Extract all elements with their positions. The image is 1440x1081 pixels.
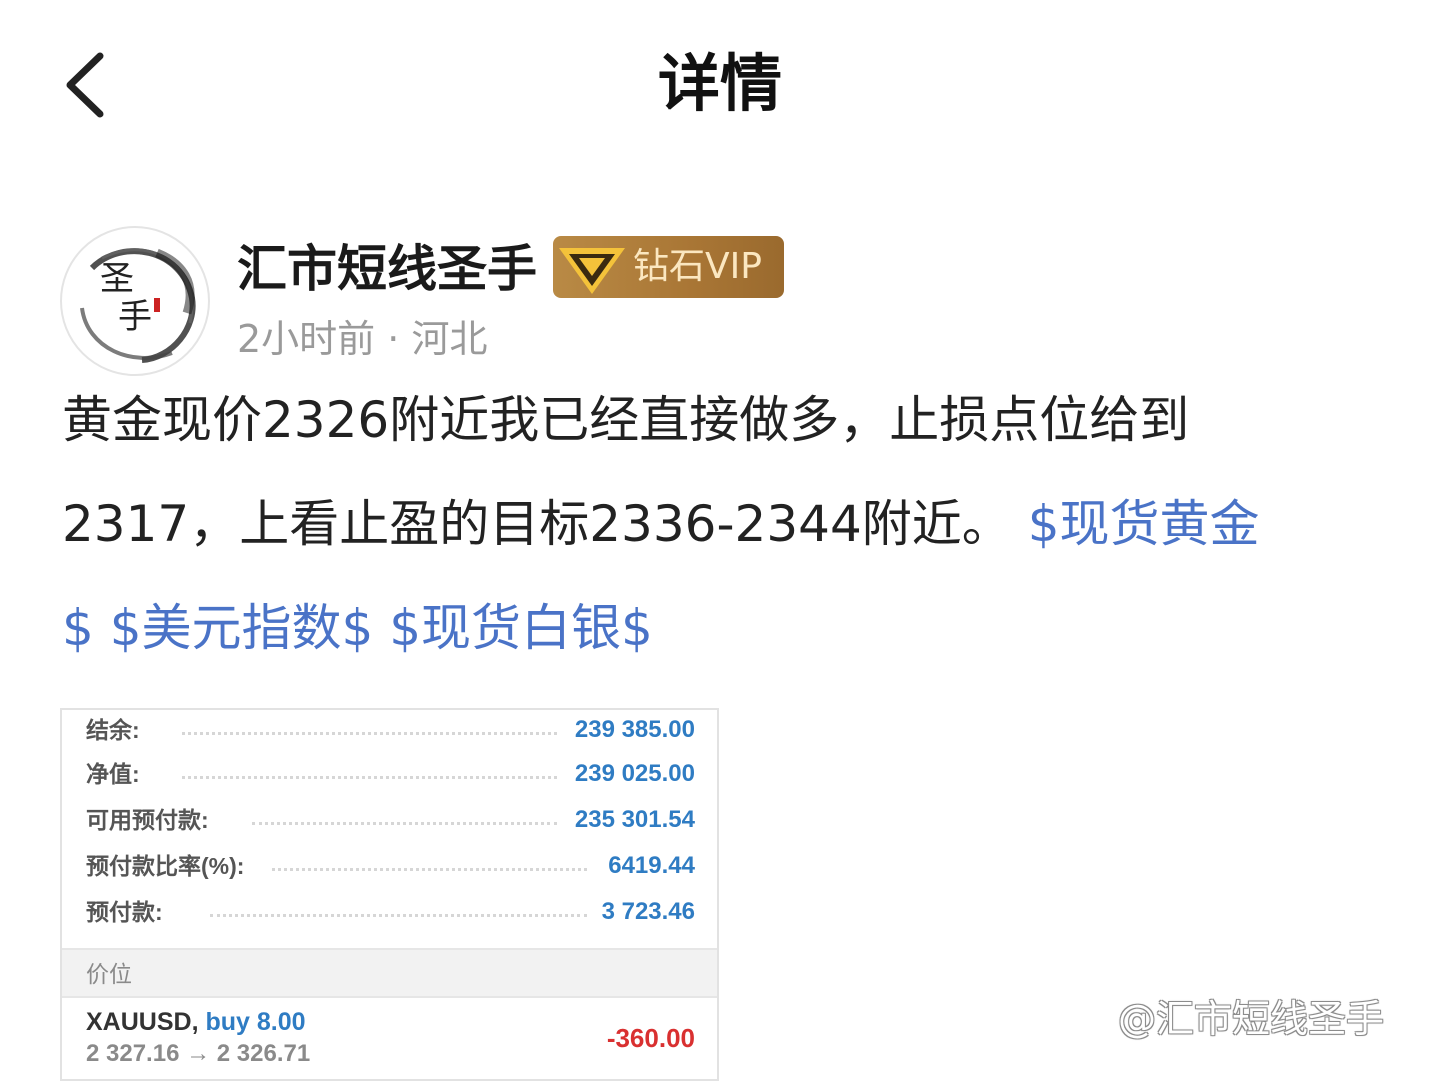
diamond-icon [559,248,625,294]
positions-section-header: 价位 [62,948,717,998]
post-meta: 2小时前 · 河北 [237,312,487,366]
avatar-char-top: 圣 [100,259,134,299]
avatar-image: 圣 手 [65,231,205,371]
account-row-margin: 预付款: 3 723.46 [62,892,717,938]
account-label: 预付款: [86,892,173,932]
account-value: 3 723.46 [591,892,695,932]
account-label: 净值: [86,754,150,794]
position-symbol: XAUUSD, [86,1008,199,1036]
tag-spot-gold[interactable]: $现货黄金 [1028,495,1260,553]
meta-separator: · [387,317,400,361]
tag-dollar-index[interactable]: $美元指数$ [110,599,374,657]
tag-dollar[interactable]: $ [62,599,94,657]
account-row-free-margin: 可用预付款: 235 301.54 [62,800,717,846]
post-body: 黄金现价2326附近我已经直接做多，止损点位给到 2317，上看止盈的目标233… [62,368,1362,680]
post-text-1: 黄金现价2326附近我已经直接做多，止损点位给到 [62,391,1190,449]
vip-badge-label: 钻石VIP [633,246,762,287]
position-symbol-line: XAUUSD, buy 8.00 [86,1008,306,1036]
account-row-equity: 净值: 239 025.00 [62,754,717,800]
post-time: 2小时前 [237,317,376,361]
tag-spot-silver[interactable]: $现货白银$ [389,599,653,657]
vip-badge: 钻石VIP [553,236,784,298]
account-screenshot[interactable]: 结余: 239 385.00 净值: 239 025.00 可用预付款: 235… [60,708,719,1081]
position-row[interactable]: XAUUSD, buy 8.00 2 327.16 → 2 326.71 -36… [62,998,717,1078]
account-label: 结余: [86,710,150,750]
account-value: 6419.44 [598,846,695,886]
post-line-2: 2317，上看止盈的目标2336-2344附近。 $现货黄金 [62,472,1362,576]
account-row-margin-level: 预付款比率(%): 6419.44 [62,846,717,892]
position-prices: 2 327.16 → 2 326.71 [86,1040,311,1067]
dotted-leader [182,772,557,779]
account-label: 预付款比率(%): [86,846,255,886]
dotted-leader [272,864,587,871]
page-title: 详情 [657,47,782,120]
avatar-char-bottom: 手 [118,297,152,337]
author-name[interactable]: 汇市短线圣手 [237,236,537,302]
avatar[interactable]: 圣 手 [60,226,210,376]
account-value: 235 301.54 [564,800,695,840]
post-location: 河北 [411,317,488,361]
positions-section-label: 价位 [86,961,132,987]
account-row-balance: 结余: 239 385.00 [62,710,717,756]
dotted-leader [182,728,557,735]
dotted-leader [252,818,557,825]
dotted-leader [210,910,587,917]
account-value: 239 025.00 [564,754,695,794]
post-line-3: $ $美元指数$ $现货白银$ [62,576,1362,680]
position-profit-loss: -360.00 [606,1023,695,1053]
post-line-1: 黄金现价2326附近我已经直接做多，止损点位给到 [62,368,1362,472]
position-side: buy 8.00 [205,1008,306,1036]
post-text-2: 2317，上看止盈的目标2336-2344附近。 [62,495,1012,553]
account-label: 可用预付款: [86,800,219,840]
header-bar: 详情 [0,0,1440,170]
watermark: @汇市短线圣手 [1118,997,1385,1041]
account-value: 239 385.00 [564,710,695,750]
